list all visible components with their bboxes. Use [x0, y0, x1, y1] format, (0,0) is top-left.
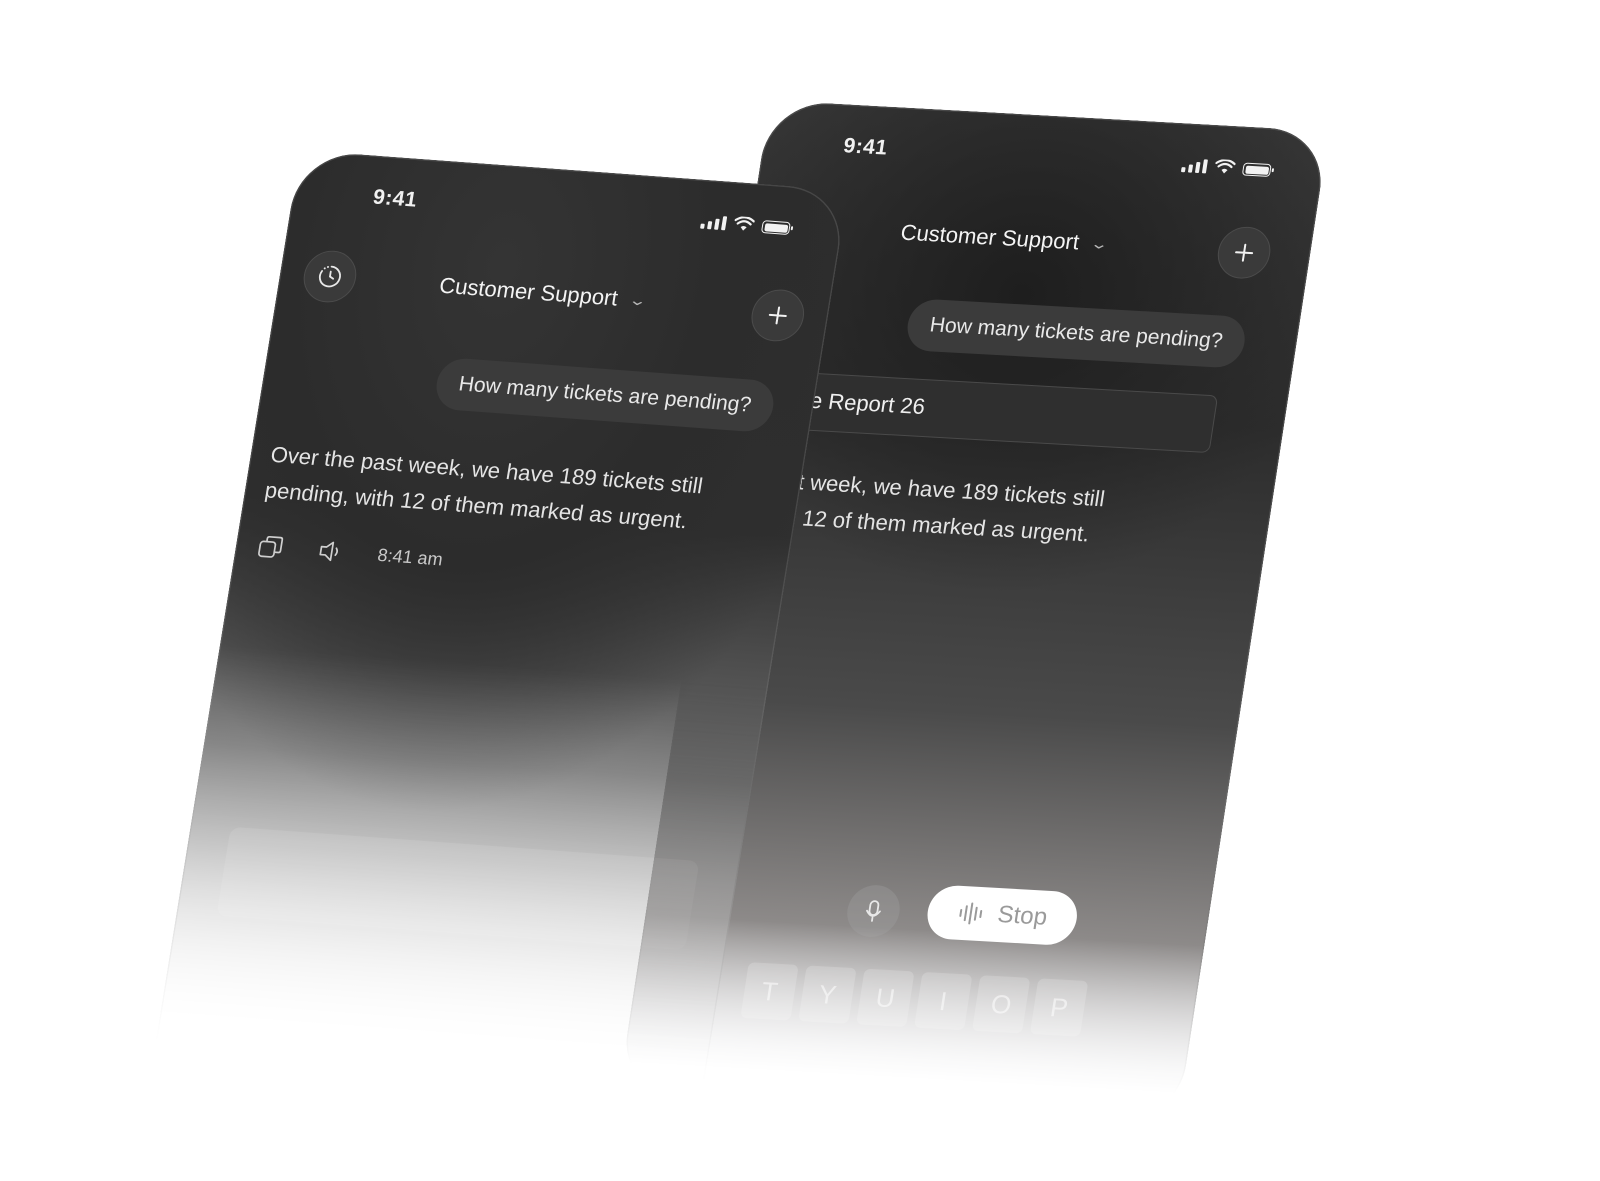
user-message-bubble: How many tickets are pending?	[432, 356, 778, 434]
user-message-bubble: How many tickets are pending?	[903, 298, 1249, 369]
read-aloud-button[interactable]	[316, 538, 346, 566]
battery-icon	[1241, 162, 1272, 178]
message-timestamp: 8:41 am	[376, 544, 445, 569]
stop-label: Stop	[995, 901, 1050, 931]
status-time: 9:41	[371, 185, 419, 212]
status-icons	[700, 214, 791, 236]
keyboard-key[interactable]: O	[971, 975, 1031, 1034]
header-title: Customer Support	[437, 272, 620, 311]
chevron-down-icon: ⌄	[626, 291, 649, 309]
copy-button[interactable]	[256, 533, 286, 561]
new-chat-button[interactable]	[747, 287, 808, 344]
cellular-signal-icon	[1180, 158, 1208, 174]
plus-icon	[1235, 243, 1254, 262]
status-icons	[1180, 157, 1272, 178]
wifi-icon	[1215, 158, 1236, 174]
microphone-icon	[866, 900, 881, 922]
status-time: 9:41	[841, 134, 890, 160]
cellular-signal-icon	[700, 215, 728, 231]
speaker-icon	[319, 541, 339, 562]
assistant-message: Over the past week, we have 189 tickets …	[263, 441, 705, 534]
keyboard-key[interactable]: Y	[798, 965, 857, 1024]
keyboard-key[interactable]: U	[856, 968, 915, 1028]
microphone-button[interactable]	[843, 883, 904, 939]
plus-icon	[768, 306, 787, 325]
battery-icon	[760, 220, 791, 236]
message-input-area[interactable]	[216, 826, 700, 951]
keyboard-row: T Y U I O P	[740, 962, 1089, 1037]
waveform-icon	[959, 902, 983, 925]
keyboard-key[interactable]: I	[914, 971, 973, 1031]
conversation-selector[interactable]: Customer Support ⌄	[437, 272, 649, 314]
copy-icon	[258, 535, 284, 558]
conversation-selector[interactable]: Customer Support ⌄	[898, 219, 1110, 257]
history-icon	[318, 265, 341, 288]
header-title: Customer Support	[898, 219, 1081, 255]
keyboard-key[interactable]: T	[740, 962, 799, 1021]
chevron-down-icon: ⌄	[1088, 234, 1110, 252]
new-chat-button[interactable]	[1214, 225, 1274, 280]
history-button[interactable]	[299, 248, 361, 305]
message-actions: 8:41 am	[256, 533, 445, 572]
keyboard-key[interactable]: P	[1029, 978, 1089, 1037]
wifi-icon	[734, 216, 755, 231]
stop-button[interactable]: Stop	[923, 884, 1082, 947]
